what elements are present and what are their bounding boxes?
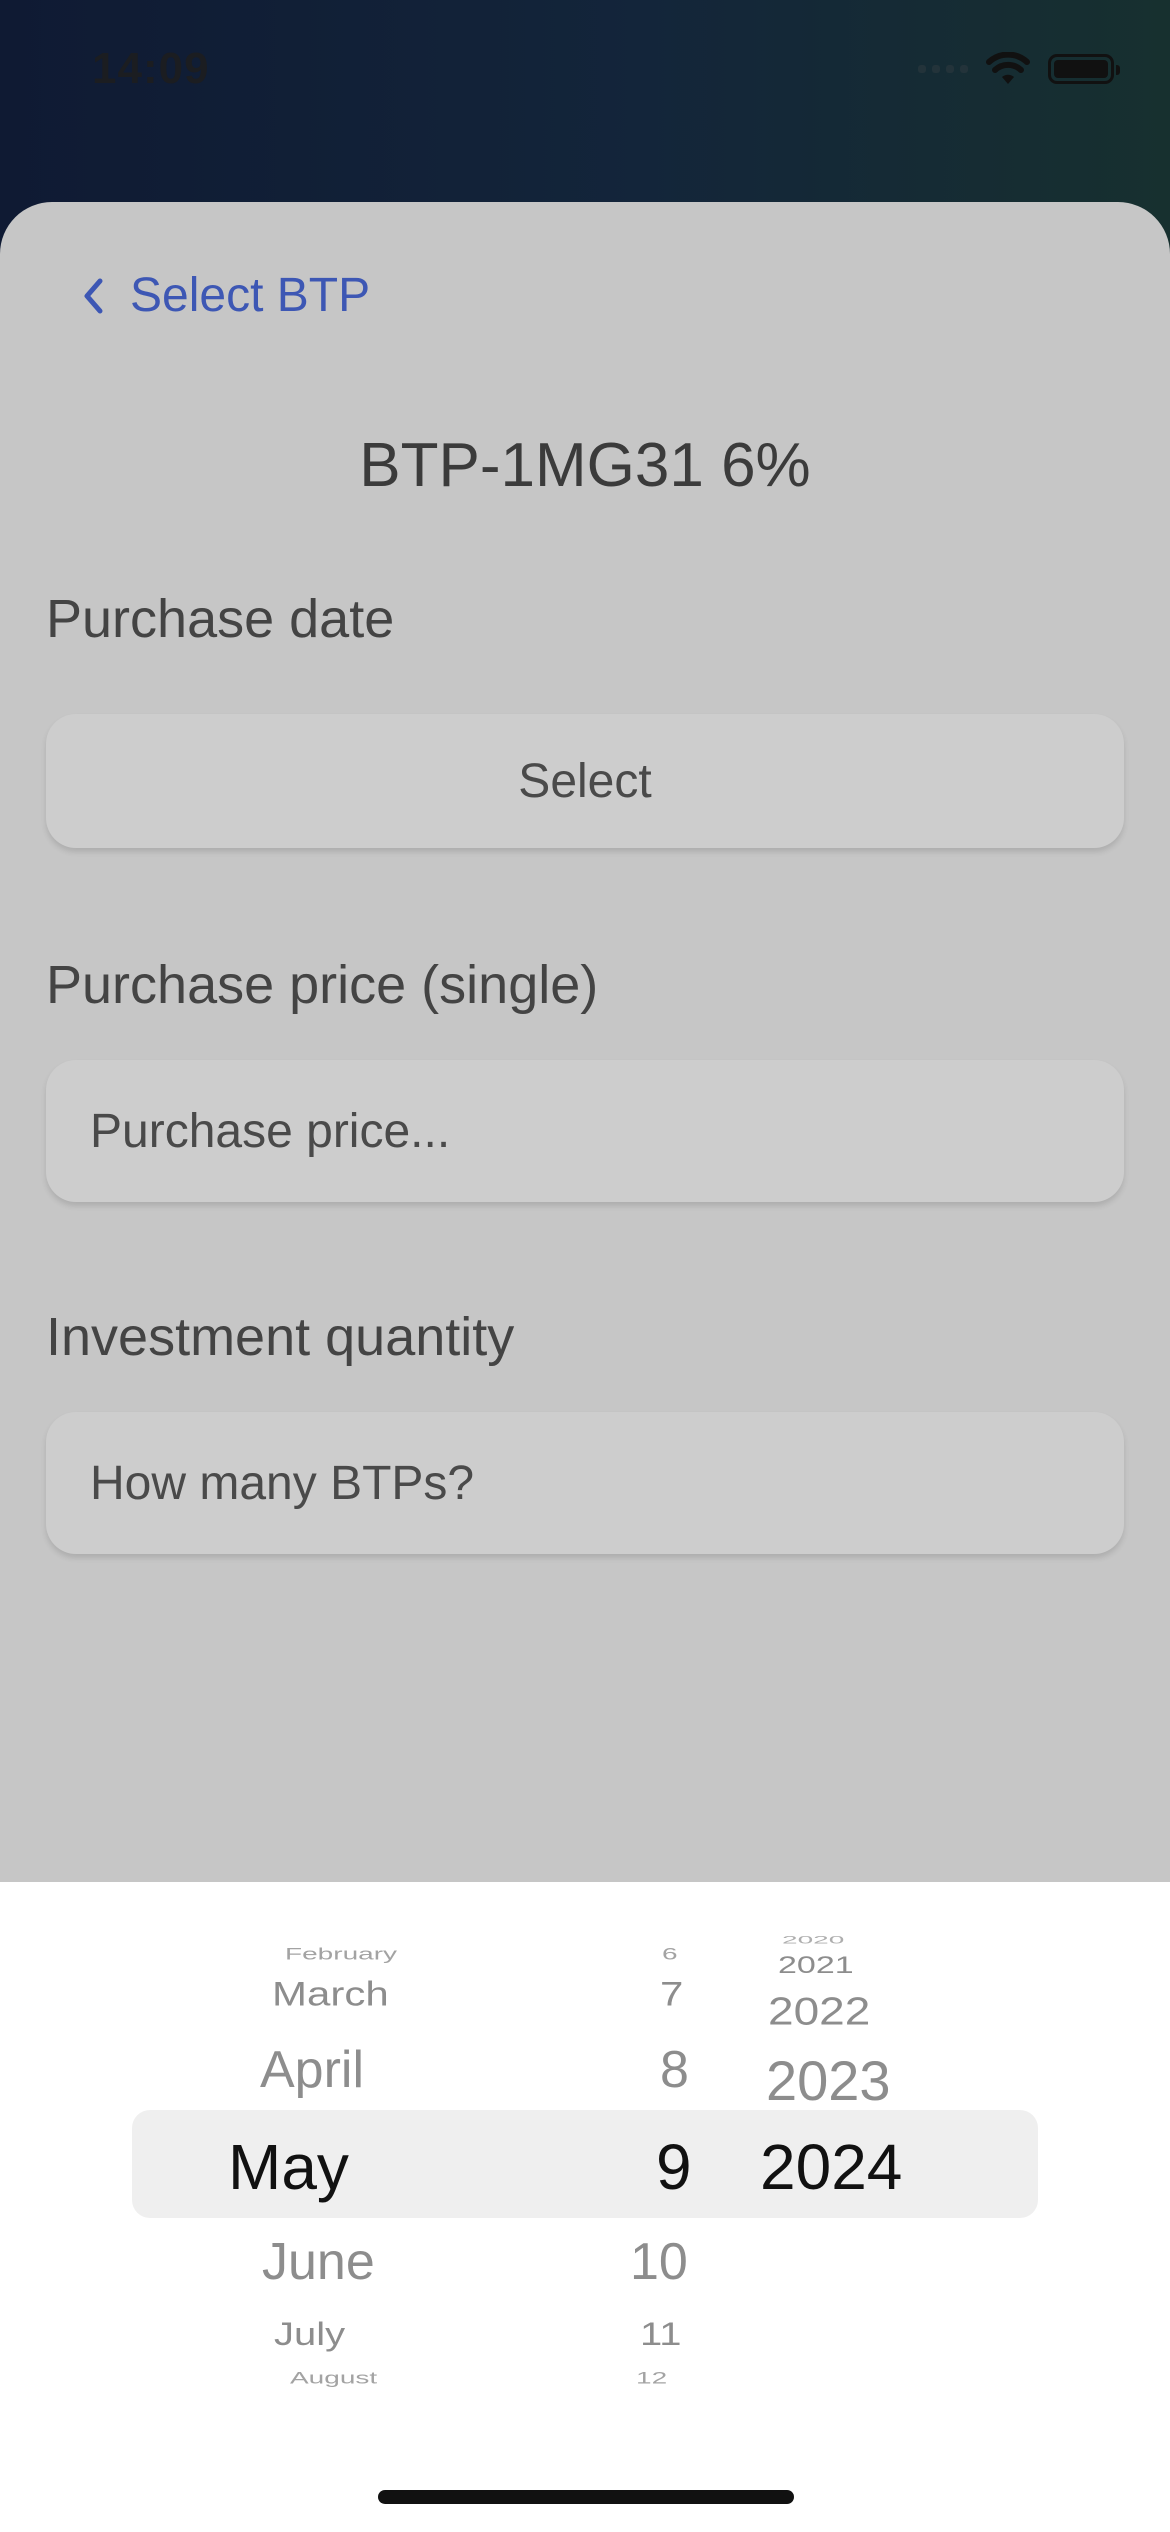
status-icons <box>918 52 1120 86</box>
picker-day-option[interactable]: 10 <box>630 2232 688 2292</box>
purchase-date-select-button[interactable]: Select <box>46 714 1124 848</box>
page-title: BTP-1MG31 6% <box>359 431 811 500</box>
picker-month-option[interactable]: June <box>262 2232 375 2292</box>
picker-day-option[interactable]: 11 <box>640 2316 682 2353</box>
picker-day-option[interactable]: 6 <box>662 1944 678 1963</box>
picker-year-option[interactable]: 2020 <box>782 1934 844 1947</box>
picker-year-option[interactable]: 2021 <box>778 1952 854 1979</box>
wifi-icon <box>986 52 1030 84</box>
picker-year-option[interactable]: 2022 <box>768 1988 870 2034</box>
status-bar: 14:09 <box>0 0 1170 150</box>
picker-year-option[interactable]: 2023 <box>766 2048 891 2113</box>
picker-month-option[interactable]: July <box>274 2316 345 2353</box>
investment-quantity-placeholder: How many BTPs? <box>90 1456 475 1510</box>
picker-day-option[interactable]: 7 <box>660 1974 683 2013</box>
investment-quantity-label: Investment quantity <box>46 1307 515 1367</box>
chevron-left-icon <box>84 278 103 313</box>
purchase-price-label: Purchase price (single) <box>46 955 599 1015</box>
picker-day-option[interactable]: 12 <box>636 2368 667 2387</box>
picker-year-selected[interactable]: 2024 <box>760 2130 902 2204</box>
battery-icon <box>1048 54 1120 84</box>
home-indicator <box>378 2490 794 2504</box>
purchase-date-label: Purchase date <box>46 589 395 649</box>
picker-day-option[interactable]: 8 <box>660 2040 689 2100</box>
picker-day-selected[interactable]: 9 <box>656 2130 692 2204</box>
picker-month-option[interactable]: April <box>260 2040 364 2100</box>
back-button[interactable]: Select BTP <box>82 268 370 323</box>
cellular-signal-icon <box>918 65 968 73</box>
back-label: Select BTP <box>130 269 371 322</box>
purchase-price-placeholder: Purchase price... <box>90 1104 451 1158</box>
picker-month-option[interactable]: August <box>290 2368 377 2387</box>
purchase-price-input[interactable]: Purchase price... <box>46 1060 1124 1202</box>
picker-month-option[interactable]: February <box>285 1944 397 1963</box>
investment-quantity-input[interactable]: How many BTPs? <box>46 1412 1124 1554</box>
picker-month-option[interactable]: March <box>272 1974 389 2013</box>
status-time: 14:09 <box>92 44 210 93</box>
picker-month-selected[interactable]: May <box>228 2130 349 2204</box>
purchase-date-select-label: Select <box>518 754 652 808</box>
